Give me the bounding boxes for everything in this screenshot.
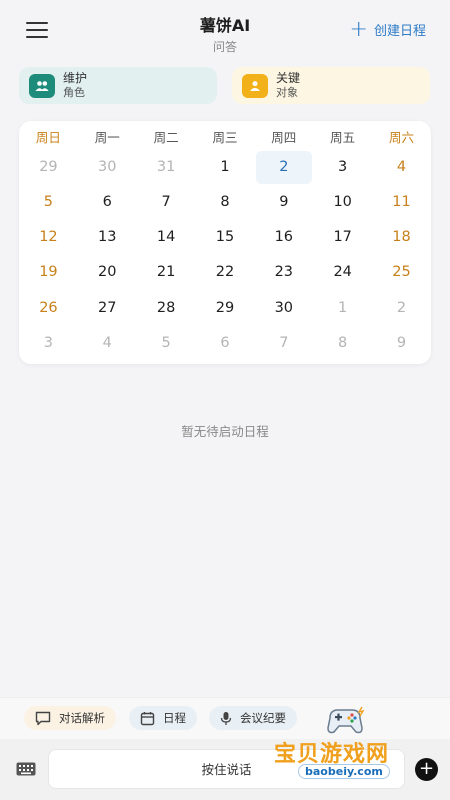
calendar-day[interactable]: 7: [254, 328, 313, 358]
schedule-chip[interactable]: 日程: [129, 706, 197, 730]
month-calendar: 周日 周一 周二 周三 周四 周五 周六 29 30 31 1 2 3 4 5 6 7 8 9 10 11 12 13 14 1…: [19, 121, 431, 364]
plus-icon: +: [349, 16, 368, 42]
calendar-day[interactable]: 1: [196, 152, 255, 182]
calendar-day[interactable]: 29: [19, 152, 78, 182]
card-subtitle: 角色: [63, 86, 85, 99]
calendar-day[interactable]: 24: [313, 257, 372, 287]
calendar-day[interactable]: 13: [78, 222, 137, 252]
calendar-day[interactable]: 9: [254, 187, 313, 217]
chat-bubble-icon: [35, 711, 51, 725]
calendar-day[interactable]: 16: [254, 222, 313, 252]
calendar-day[interactable]: 15: [196, 222, 255, 252]
calendar-icon: [140, 711, 155, 725]
calendar-day[interactable]: 17: [313, 222, 372, 252]
card-subtitle: 对象: [276, 86, 298, 99]
calendar-day[interactable]: 12: [19, 222, 78, 252]
weekday-header: 周日 周一 周二 周三 周四 周五 周六: [19, 127, 431, 149]
calendar-day[interactable]: 5: [19, 187, 78, 217]
weekday-label: 周六: [389, 130, 415, 145]
empty-schedule-text: 暂无待启动日程: [181, 424, 269, 439]
calendar-day[interactable]: 6: [196, 328, 255, 358]
weekday-label: 周五: [330, 130, 356, 145]
maintain-roles-card[interactable]: 维护 角色: [19, 67, 217, 104]
calendar-day[interactable]: 29: [196, 293, 255, 323]
calendar-day[interactable]: 3: [313, 152, 372, 182]
calendar-day[interactable]: 23: [254, 257, 313, 287]
calendar-day[interactable]: 19: [19, 257, 78, 287]
calendar-day[interactable]: 4: [372, 152, 431, 182]
chip-label: 日程: [163, 711, 186, 725]
watermark-url: baobeiy.com: [298, 764, 390, 779]
calendar-day[interactable]: 14: [137, 222, 196, 252]
calendar-day[interactable]: 27: [78, 293, 137, 323]
calendar-day[interactable]: 8: [313, 328, 372, 358]
card-title: 关键: [276, 71, 301, 85]
calendar-day[interactable]: 31: [137, 152, 196, 182]
calendar-day[interactable]: 26: [19, 293, 78, 323]
person-icon: [242, 73, 268, 98]
create-schedule-button[interactable]: + 创建日程: [349, 16, 426, 42]
calendar-day[interactable]: 20: [78, 257, 137, 287]
calendar-day[interactable]: 21: [137, 257, 196, 287]
calendar-day[interactable]: 4: [78, 328, 137, 358]
weekday-label: 周二: [153, 130, 179, 145]
calendar-day[interactable]: 28: [137, 293, 196, 323]
keyboard-icon[interactable]: [16, 761, 36, 780]
weekday-label: 周一: [94, 130, 120, 145]
calendar-day[interactable]: 30: [78, 152, 137, 182]
calendar-day[interactable]: 5: [137, 328, 196, 358]
calendar-day[interactable]: 11: [372, 187, 431, 217]
calendar-day[interactable]: 3: [19, 328, 78, 358]
weekday-label: 周三: [212, 130, 238, 145]
app-header: 薯饼AI 问答 + 创建日程: [0, 0, 450, 56]
app-subtitle: 问答: [212, 40, 237, 54]
key-objects-card[interactable]: 关键 对象: [232, 67, 430, 104]
microphone-icon: [220, 711, 232, 725]
calendar-day[interactable]: 6: [78, 187, 137, 217]
card-title: 维护: [63, 71, 88, 85]
calendar-day[interactable]: 9: [372, 328, 431, 358]
calendar-day-selected[interactable]: 2: [255, 151, 312, 184]
chip-label: 对话解析: [59, 711, 105, 725]
menu-icon[interactable]: [26, 22, 48, 38]
weekday-label: 周四: [271, 130, 297, 145]
calendar-day[interactable]: 8: [196, 187, 255, 217]
calendar-day[interactable]: 1: [313, 293, 372, 323]
calendar-day[interactable]: 2: [372, 293, 431, 323]
calendar-day[interactable]: 22: [196, 257, 255, 287]
gamepad-logo-icon: [327, 706, 365, 734]
calendar-day[interactable]: 30: [254, 293, 313, 323]
people-icon: [29, 73, 55, 98]
calendar-day[interactable]: 7: [137, 187, 196, 217]
calendar-day[interactable]: 18: [372, 222, 431, 252]
weekday-label: 周日: [35, 130, 61, 145]
dialog-analysis-chip[interactable]: 对话解析: [24, 706, 116, 730]
calendar-day[interactable]: 25: [372, 257, 431, 287]
calendar-day[interactable]: 10: [313, 187, 372, 217]
create-schedule-label: 创建日程: [373, 24, 426, 39]
watermark: 宝贝游戏网 baobeiy.com: [270, 704, 420, 790]
